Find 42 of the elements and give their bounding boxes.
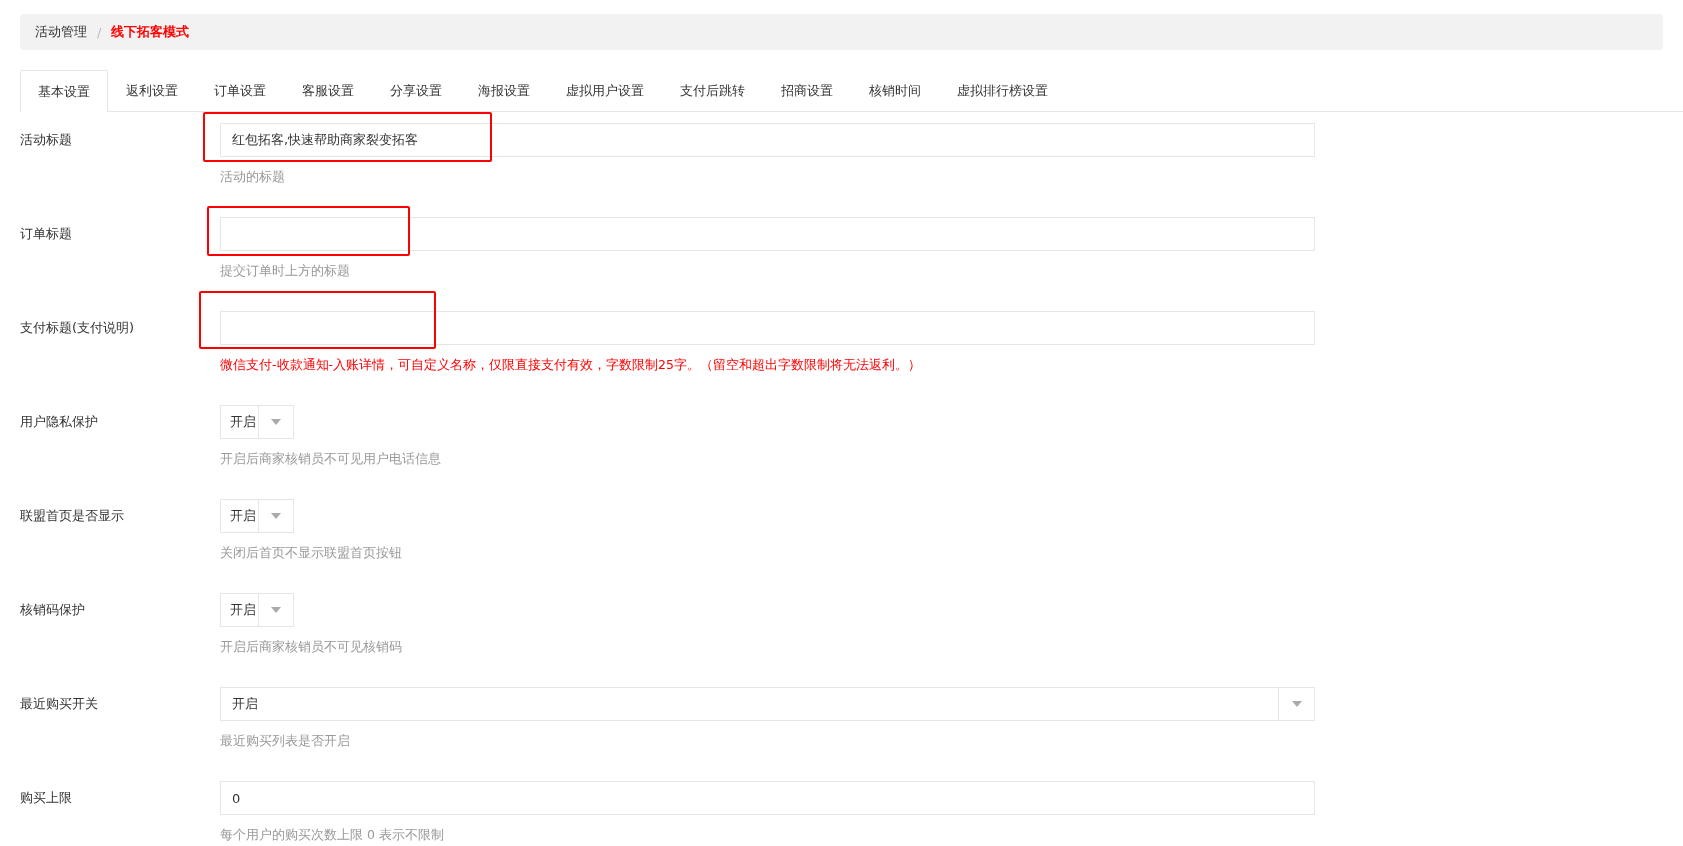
breadcrumb-separator: /	[97, 24, 102, 40]
tab[interactable]: 分享设置	[372, 70, 460, 111]
field-label: 最近购买开关	[20, 695, 99, 713]
warning-text: 微信支付-收款通知-入账详情，可自定义名称，仅限直接支付有效，字数限制25字。（留空和超出字数限制将无法返利。）	[220, 357, 921, 373]
select-dropdown[interactable]: 开启	[220, 499, 294, 533]
select-dropdown[interactable]: 开启	[220, 405, 294, 439]
help-text: 提交订单时上方的标题	[220, 263, 350, 279]
help-text: 活动的标题	[220, 169, 285, 185]
field-label: 购买上限	[20, 789, 73, 807]
dropdown-caret-icon	[271, 513, 281, 519]
field-label: 核销码保护	[20, 601, 86, 619]
tab[interactable]: 核销时间	[851, 70, 939, 111]
tab[interactable]: 虚拟排行榜设置	[939, 70, 1066, 111]
tab[interactable]: 虚拟用户设置	[548, 70, 662, 111]
field-label: 活动标题	[20, 131, 73, 149]
field-label: 订单标题	[20, 225, 73, 243]
help-text: 开启后商家核销员不可见用户电话信息	[220, 451, 441, 467]
breadcrumb-link[interactable]: 线下拓客模式	[111, 23, 190, 41]
field-label: 支付标题(支付说明)	[20, 319, 136, 337]
tab[interactable]: 基本设置	[20, 70, 108, 112]
dropdown-caret-icon	[1291, 701, 1302, 707]
text-input[interactable]: 红包拓客,快速帮助商家裂变拓客	[220, 123, 1315, 157]
field-label: 联盟首页是否显示	[20, 507, 125, 525]
text-input[interactable]: 0	[220, 781, 1315, 815]
field-label: 用户隐私保护	[20, 413, 99, 431]
help-text: 关闭后首页不显示联盟首页按钮	[220, 545, 402, 561]
text-input[interactable]	[220, 217, 1315, 251]
breadcrumb-link[interactable]: 活动管理	[35, 23, 87, 41]
select-dropdown[interactable]: 开启	[220, 687, 1315, 721]
dropdown-caret-icon	[271, 419, 281, 425]
help-text: 开启后商家核销员不可见核销码	[220, 639, 402, 655]
tab[interactable]: 客服设置	[284, 70, 372, 111]
help-text: 最近购买列表是否开启	[220, 733, 350, 749]
tab[interactable]: 返利设置	[108, 70, 196, 111]
select-dropdown[interactable]: 开启	[220, 593, 294, 627]
text-input[interactable]	[220, 311, 1315, 345]
tab[interactable]: 海报设置	[460, 70, 548, 111]
dropdown-caret-icon	[271, 607, 281, 613]
tab[interactable]: 订单设置	[196, 70, 284, 111]
tab[interactable]: 支付后跳转	[662, 70, 763, 111]
help-text: 每个用户的购买次数上限 0 表示不限制	[220, 827, 444, 843]
tab[interactable]: 招商设置	[763, 70, 851, 111]
